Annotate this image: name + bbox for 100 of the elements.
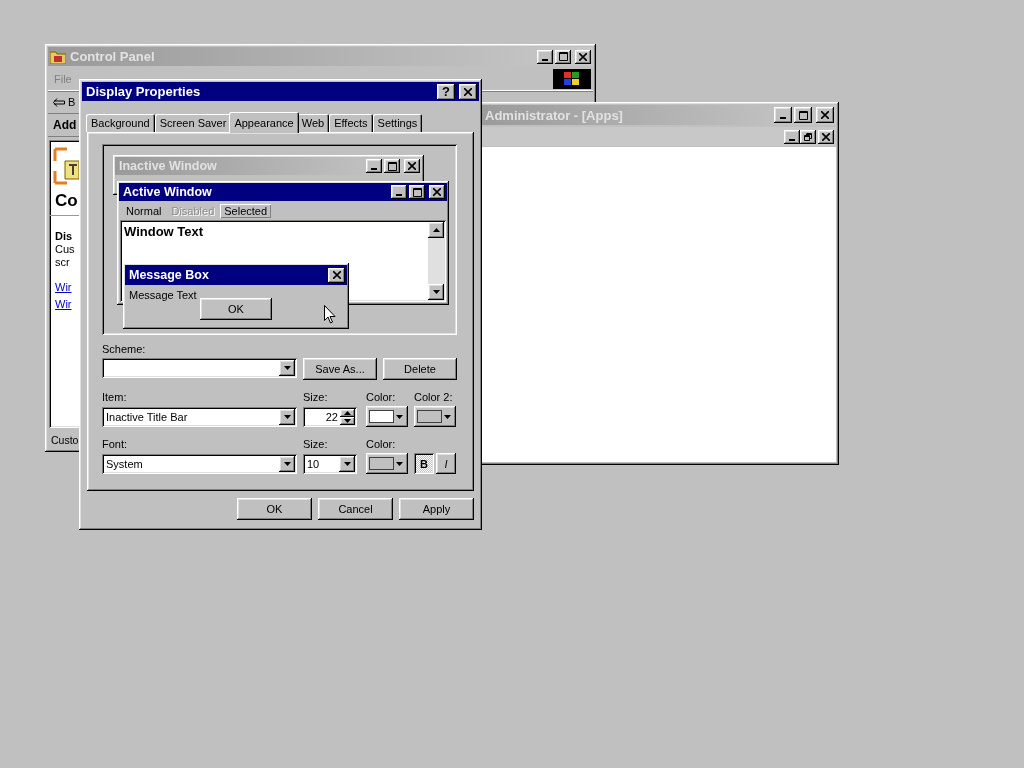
close-button[interactable] <box>429 185 445 199</box>
tab[interactable]: Appearance <box>229 112 299 133</box>
close-button[interactable] <box>459 83 477 100</box>
window-title: Message Box <box>128 268 210 282</box>
description-text: Cus <box>54 243 75 256</box>
bold-button[interactable]: B <box>414 453 434 474</box>
window-title: Active Window <box>122 185 213 199</box>
maximize-icon <box>798 110 808 120</box>
heading: Co <box>54 191 78 211</box>
scheme-button[interactable]: Save As... <box>303 358 377 380</box>
tab[interactable]: Settings <box>372 114 423 132</box>
close-button[interactable] <box>328 267 345 283</box>
close-button[interactable] <box>404 159 420 173</box>
maximize-icon <box>387 161 397 171</box>
close-icon <box>822 132 830 141</box>
minimize-button[interactable] <box>774 107 792 123</box>
dialog-button[interactable]: OK <box>237 498 312 520</box>
maximize-button[interactable] <box>555 49 571 64</box>
minimize-button[interactable] <box>391 185 407 199</box>
address-label: Add <box>53 118 77 132</box>
back-button[interactable]: B <box>53 96 76 108</box>
message-text: Message Text <box>129 289 197 301</box>
dialog-button[interactable]: Apply <box>399 498 474 520</box>
dropdown-button[interactable] <box>339 456 355 472</box>
italic-button[interactable]: I <box>436 453 456 474</box>
tab[interactable]: Screen Saver <box>154 114 232 132</box>
dropdown-button[interactable] <box>279 456 295 472</box>
maximize-button[interactable] <box>794 107 812 123</box>
font-dropdown[interactable]: System <box>102 454 297 474</box>
field-label: Color: <box>366 438 397 451</box>
item-dropdown[interactable]: Inactive Title Bar <box>102 407 297 427</box>
menu-item[interactable]: Normal <box>122 203 166 218</box>
color-picker[interactable] <box>366 453 408 474</box>
maximize-button[interactable] <box>384 159 400 173</box>
field-label: Color: <box>366 391 397 404</box>
color-picker[interactable] <box>414 406 456 427</box>
window-title: Inactive Window <box>118 159 218 173</box>
dropdown-button[interactable] <box>279 360 295 376</box>
spin-down-button[interactable] <box>340 417 355 425</box>
minimize-button[interactable] <box>366 159 382 173</box>
minimize-icon <box>789 138 795 141</box>
maximize-icon <box>412 187 422 197</box>
maximize-button[interactable] <box>409 185 425 199</box>
down-arrow-icon <box>283 366 291 370</box>
status-text: Custo <box>51 434 79 446</box>
down-arrow-icon <box>283 462 291 466</box>
close-icon <box>408 162 416 170</box>
section-title: Dis <box>54 230 73 243</box>
field-label: Font: <box>102 438 129 451</box>
scheme-dropdown[interactable] <box>102 358 297 378</box>
arrow-icon <box>53 97 65 107</box>
minimize-icon <box>371 168 377 170</box>
spin-up-button[interactable] <box>340 409 355 417</box>
down-arrow-icon <box>344 419 351 423</box>
close-icon <box>821 111 829 119</box>
minimize-button[interactable] <box>537 49 553 64</box>
help-button[interactable]: ? <box>437 83 455 100</box>
window-title: Administrator - [Apps] <box>484 107 624 123</box>
field-label: Size: <box>303 391 329 404</box>
scroll-up-button[interactable] <box>428 222 444 238</box>
close-icon <box>579 52 587 61</box>
link[interactable]: Wir <box>53 296 72 313</box>
ok-button[interactable]: OK <box>200 298 272 320</box>
window-title: Control Panel <box>69 49 156 64</box>
close-button[interactable] <box>816 107 834 123</box>
minimize-button[interactable] <box>784 129 800 144</box>
down-arrow-icon <box>283 415 291 419</box>
dropdown-button[interactable] <box>279 409 295 425</box>
dialog-button[interactable]: Cancel <box>318 498 393 520</box>
tab[interactable]: Background <box>86 114 155 132</box>
window-text: Window Text <box>123 223 205 241</box>
window-title: Display Properties <box>85 84 202 99</box>
close-icon <box>332 271 341 279</box>
field-label: Scheme: <box>102 343 146 355</box>
down-arrow-icon <box>432 290 440 294</box>
scroll-down-button[interactable] <box>428 284 444 300</box>
down-arrow-icon <box>444 414 451 419</box>
cursor-icon <box>324 305 336 324</box>
restore-icon <box>804 132 812 141</box>
size-spinner[interactable]: 22 <box>303 407 357 427</box>
close-button[interactable] <box>575 49 591 64</box>
link[interactable]: Wir <box>53 279 72 296</box>
tab[interactable]: Effects <box>329 114 373 132</box>
field-label: Size: <box>303 438 329 451</box>
close-icon <box>433 188 441 196</box>
up-arrow-icon <box>344 411 351 415</box>
restore-button[interactable] <box>800 129 816 144</box>
down-arrow-icon <box>343 462 351 466</box>
scheme-button[interactable]: Delete <box>383 358 457 380</box>
minimize-icon <box>542 58 548 61</box>
close-icon <box>464 87 472 96</box>
menu-item[interactable]: Selected <box>220 203 272 218</box>
font-size-dropdown[interactable]: 10 <box>303 454 357 474</box>
description-text: scr <box>54 256 70 269</box>
up-arrow-icon <box>432 228 440 232</box>
field-label: Color 2: <box>414 391 454 404</box>
color-picker[interactable] <box>366 406 408 427</box>
down-arrow-icon <box>396 414 403 419</box>
close-button[interactable] <box>818 129 834 144</box>
minimize-icon <box>780 117 786 119</box>
